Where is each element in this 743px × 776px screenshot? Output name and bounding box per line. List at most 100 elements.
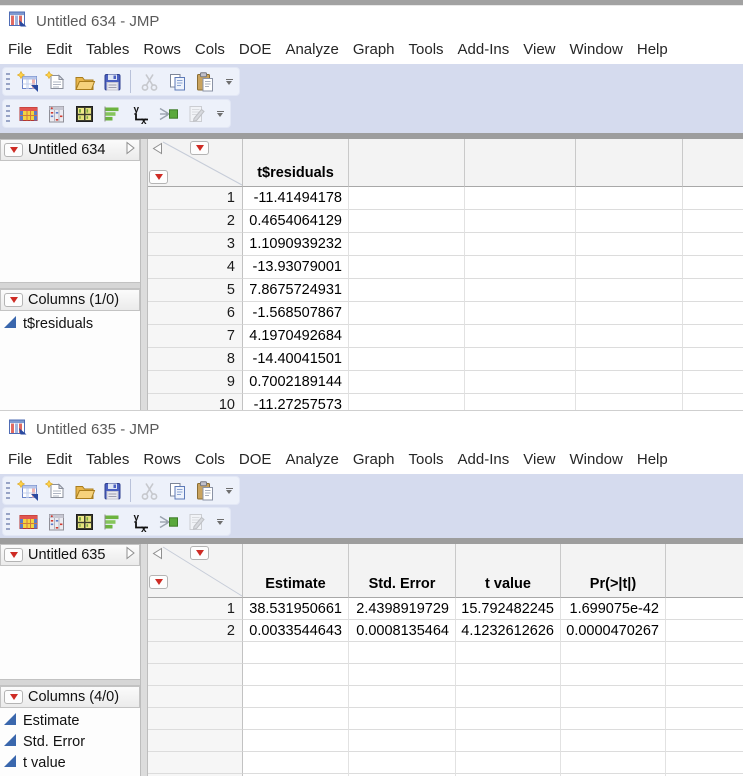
cell[interactable] xyxy=(666,664,743,686)
red-triangle-menu-icon[interactable] xyxy=(4,143,23,157)
open-folder-icon[interactable] xyxy=(71,70,97,94)
cell[interactable] xyxy=(349,279,465,302)
row-number[interactable] xyxy=(148,642,243,664)
menu-cols[interactable]: Cols xyxy=(189,446,231,474)
column-header[interactable]: Estimate xyxy=(243,544,349,598)
column-list-item[interactable]: Std. Error xyxy=(0,731,140,752)
empty-column-header[interactable] xyxy=(683,139,743,187)
cell[interactable] xyxy=(561,708,666,730)
fit-y-by-x-icon[interactable]: yx xyxy=(127,510,153,534)
cell[interactable] xyxy=(561,752,666,774)
cell[interactable] xyxy=(683,371,743,394)
empty-column-header[interactable] xyxy=(576,139,683,187)
column-list-item[interactable]: t$residuals xyxy=(0,313,140,334)
row-number[interactable] xyxy=(148,686,243,708)
cell[interactable] xyxy=(456,752,561,774)
cell[interactable] xyxy=(683,187,743,210)
toolbar-overflow-button[interactable] xyxy=(215,518,225,525)
menu-window[interactable]: Window xyxy=(564,36,629,64)
cell[interactable] xyxy=(243,752,349,774)
cell[interactable]: 0.0008135464 xyxy=(349,620,456,642)
menu-help[interactable]: Help xyxy=(631,446,674,474)
join-tables-icon[interactable] xyxy=(155,102,181,126)
cell[interactable] xyxy=(666,708,743,730)
cell[interactable]: 0.7002189144 xyxy=(243,371,349,394)
edit-script-icon[interactable] xyxy=(183,510,209,534)
row-number[interactable]: 9 xyxy=(148,371,243,394)
cell[interactable] xyxy=(683,233,743,256)
cell[interactable] xyxy=(465,210,576,233)
cut-icon[interactable] xyxy=(136,479,162,503)
row-number[interactable]: 2 xyxy=(148,620,243,642)
column-header[interactable]: t value xyxy=(456,544,561,598)
empty-column-header[interactable] xyxy=(465,139,576,187)
column-header[interactable]: Std. Error xyxy=(349,544,456,598)
toolbar-grip[interactable] xyxy=(6,104,10,123)
menu-file[interactable]: File xyxy=(2,446,38,474)
cell[interactable] xyxy=(465,187,576,210)
cell[interactable] xyxy=(465,256,576,279)
cell[interactable] xyxy=(349,210,465,233)
row-number[interactable]: 6 xyxy=(148,302,243,325)
menu-help[interactable]: Help xyxy=(631,36,674,64)
cell[interactable] xyxy=(349,394,465,410)
toolbar-grip[interactable] xyxy=(6,72,10,91)
expand-arrow-icon[interactable] xyxy=(125,546,136,564)
row-number[interactable]: 4 xyxy=(148,256,243,279)
cell[interactable] xyxy=(349,256,465,279)
save-icon[interactable] xyxy=(99,70,125,94)
row-number[interactable]: 3 xyxy=(148,233,243,256)
cell[interactable] xyxy=(456,686,561,708)
cell[interactable] xyxy=(561,642,666,664)
cell[interactable]: -14.40041501 xyxy=(243,348,349,371)
menu-window[interactable]: Window xyxy=(564,446,629,474)
menu-tables[interactable]: Tables xyxy=(80,36,135,64)
toolbar-overflow-button[interactable] xyxy=(215,110,225,117)
cell[interactable] xyxy=(683,279,743,302)
graph-builder-icon[interactable] xyxy=(99,102,125,126)
new-data-table-icon[interactable] xyxy=(15,70,41,94)
cell[interactable]: -13.93079001 xyxy=(243,256,349,279)
cell[interactable] xyxy=(561,664,666,686)
menu-analyze[interactable]: Analyze xyxy=(279,36,344,64)
empty-column-header[interactable] xyxy=(666,544,743,598)
cell[interactable] xyxy=(465,279,576,302)
cell[interactable] xyxy=(465,325,576,348)
cell[interactable] xyxy=(243,686,349,708)
menu-doe[interactable]: DOE xyxy=(233,36,278,64)
titlebar[interactable]: Untitled 634 - JMP xyxy=(0,6,743,36)
fit-y-by-x-icon[interactable]: yx xyxy=(127,102,153,126)
cell[interactable] xyxy=(561,730,666,752)
row-number[interactable] xyxy=(148,730,243,752)
toolbar-overflow-button[interactable] xyxy=(224,487,234,494)
menu-file[interactable]: File xyxy=(2,36,38,64)
menu-analyze[interactable]: Analyze xyxy=(279,446,344,474)
row-number[interactable]: 1 xyxy=(148,598,243,620)
cell[interactable] xyxy=(465,233,576,256)
menu-rows[interactable]: Rows xyxy=(137,446,187,474)
sidebar-splitter[interactable] xyxy=(140,544,148,776)
window-layout-icon[interactable] xyxy=(71,102,97,126)
open-folder-icon[interactable] xyxy=(71,479,97,503)
cell[interactable]: 38.531950661 xyxy=(243,598,349,620)
column-list-item[interactable]: Estimate xyxy=(0,710,140,731)
cell[interactable] xyxy=(349,686,456,708)
cell[interactable]: 7.8675724931 xyxy=(243,279,349,302)
cell[interactable] xyxy=(666,686,743,708)
row-number[interactable] xyxy=(148,708,243,730)
row-number[interactable]: 10 xyxy=(148,394,243,410)
collapse-panel-icon[interactable] xyxy=(151,547,163,564)
cell[interactable] xyxy=(576,348,683,371)
cell[interactable]: 4.1970492684 xyxy=(243,325,349,348)
column-list-item[interactable]: t value xyxy=(0,752,140,773)
rows-menu-red-triangle[interactable] xyxy=(149,575,168,589)
cell[interactable] xyxy=(683,210,743,233)
new-data-table-icon[interactable] xyxy=(15,479,41,503)
cell[interactable] xyxy=(576,233,683,256)
cell[interactable] xyxy=(349,371,465,394)
menu-graph[interactable]: Graph xyxy=(347,446,401,474)
menu-edit[interactable]: Edit xyxy=(40,36,78,64)
menu-add-ins[interactable]: Add-Ins xyxy=(452,36,516,64)
cell[interactable] xyxy=(349,664,456,686)
paste-icon[interactable] xyxy=(192,479,218,503)
